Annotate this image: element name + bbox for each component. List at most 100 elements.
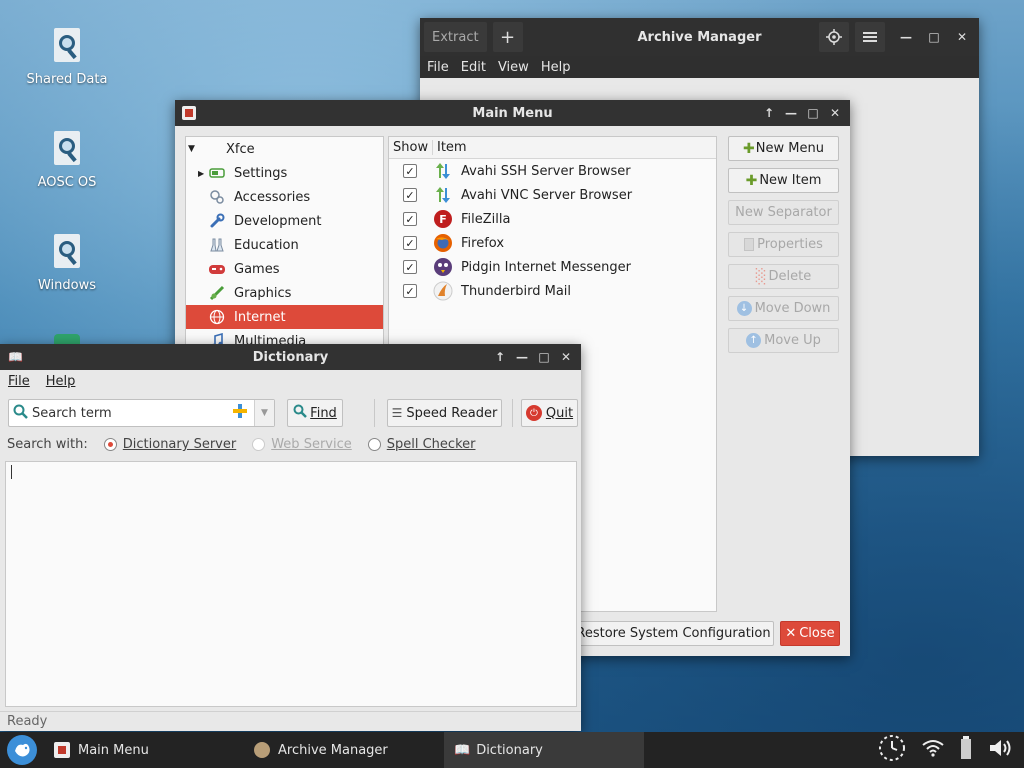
tree-item-label: Development xyxy=(234,213,322,229)
properties-button[interactable]: Properties xyxy=(728,232,839,257)
properties-icon xyxy=(744,238,755,251)
desktop-icon-shared-data[interactable]: Shared Data xyxy=(12,28,122,87)
list-item[interactable]: ✓ Pidgin Internet Messenger xyxy=(389,255,716,279)
gamepad-icon xyxy=(208,260,226,278)
spell-checker-radio[interactable]: Spell Checker xyxy=(367,437,475,452)
task-main-menu[interactable]: Main Menu xyxy=(44,732,244,768)
show-checkbox[interactable]: ✓ xyxy=(403,164,417,178)
new-menu-button[interactable]: ✚ New Menu xyxy=(728,136,839,161)
desktop-icon-windows[interactable]: Windows xyxy=(12,234,122,293)
volume-icon[interactable] xyxy=(988,737,1014,763)
menu-file[interactable]: File xyxy=(0,372,38,391)
maximize-icon[interactable]: □ xyxy=(923,26,945,48)
tree-item-internet[interactable]: Internet xyxy=(186,305,383,329)
shade-icon[interactable]: ↑ xyxy=(758,102,780,124)
minimize-icon[interactable]: — xyxy=(895,26,917,48)
maximize-icon[interactable]: □ xyxy=(533,346,555,368)
tree-item-label: Graphics xyxy=(234,285,292,301)
expander-right-icon[interactable]: ▶ xyxy=(198,169,208,178)
new-separator-button[interactable]: New Separator xyxy=(728,200,839,225)
web-service-radio[interactable]: Web Service xyxy=(252,437,352,452)
quit-button[interactable]: ⏻ Quit xyxy=(521,399,578,427)
dropdown-arrow-icon[interactable]: ▼ xyxy=(254,400,274,426)
locate-icon[interactable] xyxy=(819,22,849,52)
tree-root[interactable]: ▼ Xfce xyxy=(186,137,383,161)
minimize-icon[interactable]: — xyxy=(511,346,533,368)
search-input[interactable]: Search term ▼ xyxy=(8,399,275,427)
task-dictionary[interactable]: 📖 Dictionary xyxy=(444,732,644,768)
list-item[interactable]: ✓ Thunderbird Mail xyxy=(389,279,716,303)
shade-icon[interactable]: ↑ xyxy=(489,346,511,368)
extract-button[interactable]: Extract xyxy=(424,22,487,52)
close-icon: ✕ xyxy=(785,626,797,641)
toolbar-separator xyxy=(512,399,513,427)
search-placeholder: Search term xyxy=(32,405,112,421)
drive-icon xyxy=(50,234,84,272)
new-item-button[interactable]: ✚ New Item xyxy=(728,168,839,193)
show-checkbox[interactable]: ✓ xyxy=(403,284,417,298)
close-icon[interactable]: ✕ xyxy=(951,26,973,48)
add-button[interactable]: + xyxy=(492,22,523,52)
close-icon[interactable]: ✕ xyxy=(824,102,846,124)
add-icon: ✚ xyxy=(743,140,755,157)
tree-item-settings[interactable]: ▶ Settings xyxy=(186,161,383,185)
item-label: FileZilla xyxy=(461,211,511,227)
delete-button[interactable]: ░ Delete xyxy=(728,264,839,289)
column-show[interactable]: Show xyxy=(389,140,433,155)
show-checkbox[interactable]: ✓ xyxy=(403,212,417,226)
text-cursor xyxy=(11,465,12,479)
dictionary-server-radio[interactable]: Dictionary Server xyxy=(103,437,236,452)
list-item[interactable]: ✓ F FileZilla xyxy=(389,207,716,231)
toolbar-separator xyxy=(374,399,375,427)
tree-item-games[interactable]: Games xyxy=(186,257,383,281)
menu-tree: ▼ Xfce ▶ Settings Accessories Developmen… xyxy=(185,136,384,346)
arrow-up-icon: ↑ xyxy=(746,333,762,348)
menu-help[interactable]: Help xyxy=(38,372,84,391)
move-down-button[interactable]: ↓ Move Down xyxy=(728,296,839,321)
minimize-icon[interactable]: — xyxy=(780,102,802,124)
menu-file[interactable]: File xyxy=(420,58,454,77)
results-text-area[interactable] xyxy=(5,461,577,707)
arrow-down-icon: ↓ xyxy=(736,301,752,316)
trash-icon: ░ xyxy=(755,268,767,285)
list-item[interactable]: ✓ Firefox xyxy=(389,231,716,255)
dictionary-menubar: File Help xyxy=(0,370,581,392)
tree-item-development[interactable]: Development xyxy=(186,209,383,233)
list-item[interactable]: ✓ Avahi VNC Server Browser xyxy=(389,183,716,207)
move-up-button[interactable]: ↑ Move Up xyxy=(728,328,839,353)
whisker-menu-button[interactable] xyxy=(0,732,44,768)
list-item[interactable]: ✓ Avahi SSH Server Browser xyxy=(389,159,716,183)
maximize-icon[interactable]: □ xyxy=(802,102,824,124)
item-label: Thunderbird Mail xyxy=(461,283,572,299)
hamburger-menu-icon[interactable] xyxy=(855,22,885,52)
desktop-icon-aosc-os[interactable]: AOSC OS xyxy=(12,131,122,190)
speed-reader-button[interactable]: ☰ Speed Reader xyxy=(387,399,502,427)
dictionary-window: 📖 Dictionary ↑ — □ ✕ File Help Search te… xyxy=(0,344,581,731)
battery-icon[interactable] xyxy=(960,736,972,764)
clock-icon[interactable] xyxy=(878,734,906,766)
find-button[interactable]: Find xyxy=(287,399,343,427)
tree-item-graphics[interactable]: Graphics xyxy=(186,281,383,305)
tree-item-label: Internet xyxy=(234,309,286,325)
book-icon: 📖 xyxy=(8,350,23,364)
close-button[interactable]: ✕ Close xyxy=(780,621,840,646)
show-checkbox[interactable]: ✓ xyxy=(403,260,417,274)
tree-item-education[interactable]: Education xyxy=(186,233,383,257)
search-with-row: Search with: Dictionary Server Web Servi… xyxy=(7,437,475,452)
restore-system-configuration-button[interactable]: Restore System Configuration xyxy=(573,621,774,646)
menu-view[interactable]: View xyxy=(491,58,534,77)
desktop-icon-label: Shared Data xyxy=(26,72,108,87)
task-archive-manager[interactable]: Archive Manager xyxy=(244,732,444,768)
wifi-icon[interactable] xyxy=(922,739,944,761)
menu-edit[interactable]: Edit xyxy=(454,58,491,77)
tree-item-label: Settings xyxy=(234,165,288,181)
clear-icon[interactable] xyxy=(232,403,248,423)
expander-down-icon[interactable]: ▼ xyxy=(188,144,202,154)
close-icon[interactable]: ✕ xyxy=(555,346,577,368)
show-checkbox[interactable]: ✓ xyxy=(403,236,417,250)
column-item[interactable]: Item xyxy=(433,140,471,155)
menu-help[interactable]: Help xyxy=(534,58,576,77)
show-checkbox[interactable]: ✓ xyxy=(403,188,417,202)
item-label: Pidgin Internet Messenger xyxy=(461,259,631,275)
tree-item-accessories[interactable]: Accessories xyxy=(186,185,383,209)
